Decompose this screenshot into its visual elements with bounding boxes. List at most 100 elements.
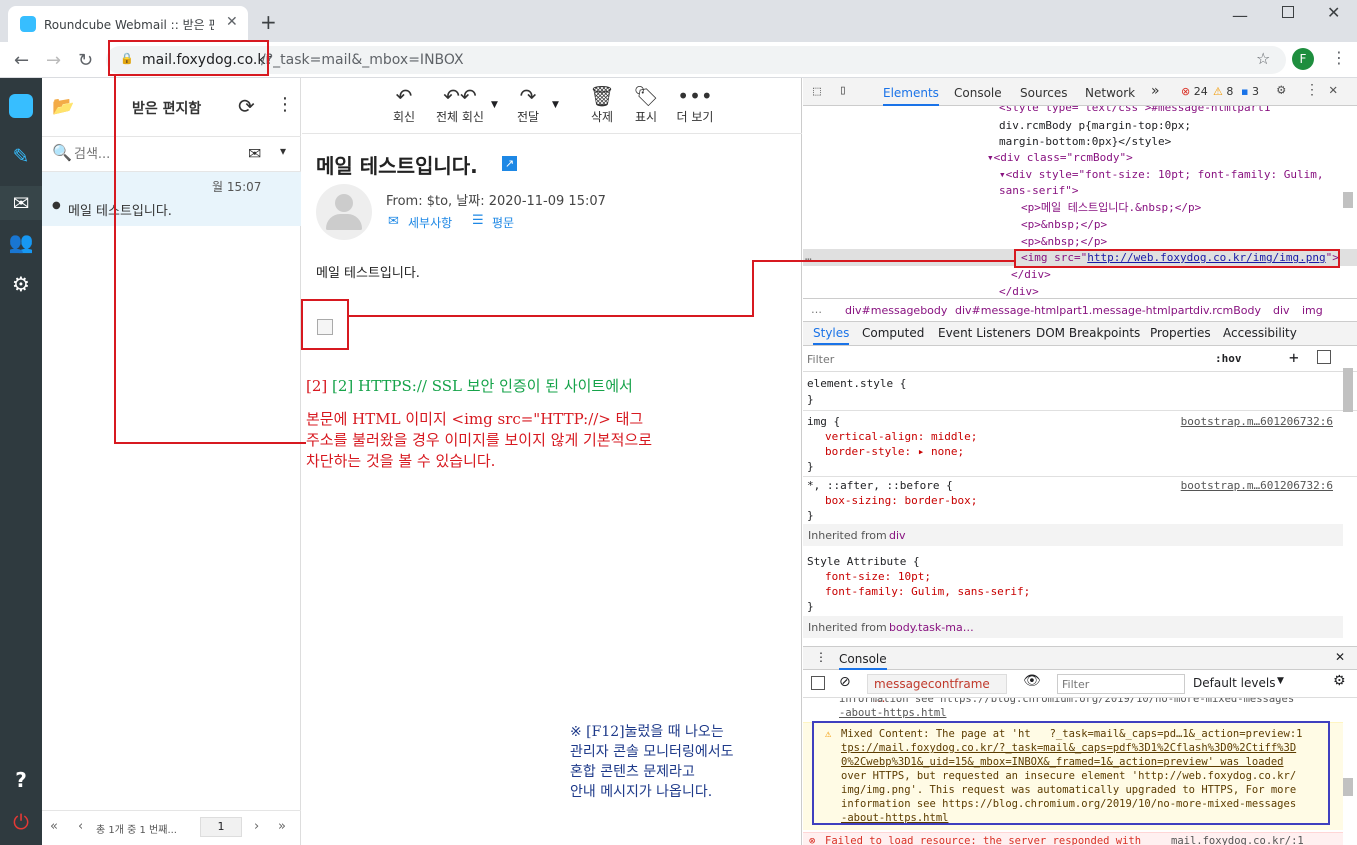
close-window-icon[interactable]: ✕ — [1327, 3, 1340, 22]
mark-button[interactable]: 🏷 표시 — [628, 84, 664, 125]
tab-console[interactable]: Console — [954, 86, 1002, 100]
device-toolbar-icon[interactable]: ▯ — [839, 83, 847, 98]
tab-sources[interactable]: Sources — [1020, 86, 1067, 100]
search-input[interactable] — [74, 143, 234, 165]
rule-star-selector[interactable]: *, ::after, ::before { — [807, 478, 953, 493]
reply-all-dropdown-icon[interactable]: ▼ — [491, 100, 498, 110]
devtools-menu-icon[interactable]: ⋮ — [1305, 82, 1319, 98]
new-tab-icon[interactable]: + — [260, 10, 277, 34]
chrome-menu-icon[interactable]: ⋮ — [1331, 48, 1347, 67]
styles-filter-input[interactable] — [807, 350, 1203, 368]
console-sidebar-icon[interactable] — [811, 676, 825, 690]
details-link[interactable]: 세부사항 — [408, 214, 452, 231]
rule-img-prop-1[interactable]: vertical-align: middle; — [825, 429, 977, 444]
profile-avatar[interactable]: F — [1292, 48, 1314, 70]
message-list-item[interactable]: 월 15:07 ● 메일 테스트입니다. — [42, 172, 301, 226]
tab-event-listeners[interactable]: Event Listeners — [938, 326, 1031, 340]
info-count[interactable]: ▪ 3 — [1241, 85, 1259, 98]
levels-dropdown-icon[interactable]: ▼ — [1277, 676, 1284, 686]
tab-accessibility[interactable]: Accessibility — [1223, 326, 1297, 340]
sidebar-toggle-icon[interactable] — [1317, 350, 1331, 364]
inspect-element-icon[interactable]: ⬚ — [813, 84, 821, 99]
dom-line-8[interactable]: <p>&nbsp;</p> — [1021, 217, 1107, 233]
breadcrumb-rcmbody[interactable]: div.rcmBody — [1193, 304, 1261, 317]
back-icon[interactable]: ← — [14, 50, 29, 71]
tab-dom-breakpoints[interactable]: DOM Breakpoints — [1036, 326, 1140, 340]
add-rule-icon[interactable]: + — [1289, 348, 1299, 367]
tab-network[interactable]: Network — [1085, 86, 1135, 100]
refresh-icon[interactable]: ⟳ — [238, 94, 255, 118]
next-page-icon[interactable]: › — [254, 819, 259, 834]
breadcrumb-img[interactable]: img — [1302, 304, 1323, 317]
forward-button[interactable]: ↷ 전달 — [510, 84, 546, 125]
first-page-icon[interactable]: « — [50, 819, 58, 834]
forward-dropdown-icon[interactable]: ▼ — [552, 100, 559, 110]
mail-icon[interactable]: ✉ — [0, 186, 42, 220]
reply-all-button[interactable]: ↶↶ 전체 회신 — [432, 84, 488, 125]
styles-scrollbar[interactable] — [1343, 368, 1353, 412]
folder-open-icon[interactable]: 📂 — [52, 96, 74, 117]
breadcrumb-htmlpart[interactable]: div#message-htmlpart1.message-htmlpart — [955, 304, 1193, 317]
dom-scrollbar[interactable] — [1343, 192, 1353, 208]
bookmark-star-icon[interactable]: ☆ — [1256, 49, 1270, 68]
rule-star-prop-1[interactable]: box-sizing: border-box; — [825, 493, 977, 508]
dom-line-rcmbody[interactable]: ▾<div class="rcmBody"> — [987, 150, 1133, 166]
contacts-icon[interactable]: 👥 — [0, 230, 42, 254]
tab-elements[interactable]: Elements — [883, 86, 939, 106]
rule-img-prop-2[interactable]: border-style: ▸ none; — [825, 444, 964, 459]
chevron-down-icon[interactable]: ▾ — [280, 144, 286, 158]
rule-sa-prop-2[interactable]: font-family: Gulim, sans-serif; — [825, 584, 1030, 599]
tab-computed[interactable]: Computed — [862, 326, 924, 340]
minimize-icon[interactable]: — — [1232, 6, 1248, 25]
console-error-row[interactable]: ⊗ Failed to load resource: the server re… — [803, 832, 1343, 845]
reply-button[interactable]: ↶ 회신 — [386, 84, 422, 125]
search-envelope-icon[interactable]: ✉ — [248, 144, 261, 163]
close-tab-icon[interactable]: ✕ — [226, 14, 238, 30]
rule-img-source[interactable]: bootstrap.m…601206732:6 — [1181, 414, 1333, 429]
dom-line-style[interactable]: <style type="text/css">#message-htmlpart… — [999, 106, 1271, 116]
warning-count[interactable]: ⚠ 8 — [1213, 85, 1233, 98]
rule-img-selector[interactable]: img { — [807, 414, 840, 429]
hov-toggle[interactable]: :hov — [1215, 352, 1242, 365]
console-scrollbar[interactable] — [1343, 778, 1353, 796]
logout-power-icon[interactable]: ⏻ — [0, 810, 42, 834]
console-drawer-tab[interactable]: Console — [839, 652, 887, 670]
open-new-window-icon[interactable]: ↗ — [502, 156, 517, 171]
console-filter-input[interactable] — [1057, 674, 1185, 694]
settings-gear-icon[interactable]: ⚙ — [0, 272, 42, 296]
forward-icon[interactable]: → — [46, 50, 61, 71]
last-page-icon[interactable]: » — [278, 819, 286, 834]
dom-line-7[interactable]: <p>메일 테스트입니다.&nbsp;</p> — [1021, 200, 1201, 216]
plain-text-link[interactable]: 평문 — [492, 214, 514, 231]
devtools-close-icon[interactable]: ✕ — [1329, 82, 1337, 98]
tab-styles[interactable]: Styles — [813, 326, 850, 345]
context-selector[interactable]: messagecontframe ... — [867, 674, 1007, 705]
tab-properties[interactable]: Properties — [1150, 326, 1211, 340]
compose-icon[interactable]: ✎ — [0, 144, 42, 168]
devtools-settings-icon[interactable]: ⚙ — [1277, 82, 1285, 98]
breadcrumb-messagebody[interactable]: div#messagebody — [845, 304, 947, 317]
rule-star-source[interactable]: bootstrap.m…601206732:6 — [1181, 478, 1333, 493]
prev-page-icon[interactable]: ‹ — [78, 819, 83, 834]
eye-icon[interactable]: 👁 — [1023, 673, 1041, 689]
error-source-link[interactable]: mail.foxydog.co.kr/:1 — [1171, 834, 1304, 845]
inherited-element-2[interactable]: body.task-ma… — [889, 620, 974, 635]
page-number-input[interactable]: 1 — [200, 817, 242, 837]
rule-element-style[interactable]: element.style { — [807, 376, 906, 391]
console-settings-icon[interactable]: ⚙ — [1333, 673, 1346, 689]
clear-console-icon[interactable]: ⊘ — [839, 674, 851, 690]
log-levels-dropdown[interactable]: Default levels — [1193, 676, 1275, 690]
maximize-icon[interactable] — [1282, 6, 1294, 18]
dom-line-div-style[interactable]: ▾<div style="font-size: 10pt; font-famil… — [999, 167, 1324, 183]
rule-sa-prop-1[interactable]: font-size: 10pt; — [825, 569, 931, 584]
drawer-menu-icon[interactable]: ⋮ — [815, 650, 827, 664]
browser-tab[interactable]: Roundcube Webmail :: 받은 편지함 ✕ — [8, 6, 248, 42]
more-tabs-icon[interactable]: » — [1151, 83, 1160, 99]
delete-button[interactable]: 🗑 삭제 — [584, 84, 620, 125]
error-count[interactable]: ⊗ 24 — [1181, 85, 1208, 98]
drawer-close-icon[interactable]: ✕ — [1335, 650, 1345, 664]
rule-style-attribute[interactable]: Style Attribute { — [807, 554, 920, 569]
inherited-element-1[interactable]: div — [889, 528, 906, 543]
list-menu-icon[interactable]: ⋮ — [276, 94, 294, 115]
omnibox[interactable]: 🔒 mail.foxydog.co.kr /?_task=mail&_mbox=… — [106, 46, 1286, 74]
